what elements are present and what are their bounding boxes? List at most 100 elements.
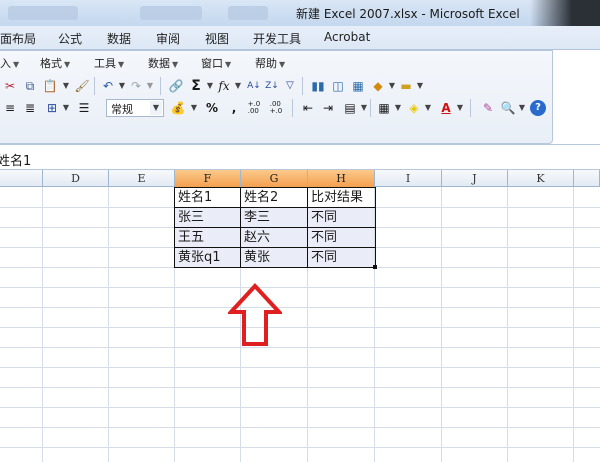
chevron-down-icon: ▼ (13, 60, 20, 69)
table-cell[interactable]: 王五 (175, 228, 240, 248)
format-painter-icon[interactable]: 🖌 (74, 78, 90, 94)
percent-button[interactable]: % (204, 100, 220, 116)
column-header-h[interactable]: H (308, 170, 375, 187)
gridline (507, 187, 508, 462)
toolbar-separator (470, 99, 471, 117)
column-header-d[interactable]: D (43, 170, 109, 187)
menu-data[interactable]: 数据 ▼ (148, 55, 178, 71)
chevron-down-icon[interactable]: ▼ (58, 100, 74, 116)
tab-view[interactable]: 视图 (205, 30, 229, 47)
menu-tools[interactable]: 工具 ▼ (94, 55, 124, 71)
align-right-icon[interactable]: ≣ (22, 100, 38, 116)
chevron-down-icon[interactable]: ▼ (58, 78, 74, 94)
number-format-select[interactable]: 常规 ▼ (106, 99, 164, 117)
column-header-i[interactable]: I (375, 170, 442, 187)
cut-icon[interactable]: ✂ (2, 78, 18, 94)
table-cell[interactable]: 不同 (308, 208, 374, 228)
table-cell[interactable]: 不同 (308, 248, 374, 268)
currency-icon[interactable]: 💰 (170, 100, 186, 116)
table-inner-border (174, 207, 376, 208)
table-header-cell[interactable]: 姓名2 (241, 188, 307, 208)
menu-format[interactable]: 格式 ▼ (40, 55, 70, 71)
chevron-down-icon[interactable]: ▼ (230, 78, 246, 94)
table-cell[interactable]: 黄张q1 (175, 248, 240, 268)
filter-icon[interactable]: ▽ (282, 78, 298, 94)
decrease-indent-icon[interactable]: ⇤ (300, 100, 316, 116)
chevron-down-icon[interactable]: ▼ (420, 100, 436, 116)
chevron-down-icon[interactable]: ▼ (390, 100, 406, 116)
blurred-taskbar-tab (140, 6, 202, 20)
table-icon[interactable]: ▦ (350, 78, 366, 94)
gridline (374, 187, 375, 462)
sort-ascending-icon[interactable]: A↓ (246, 78, 262, 94)
tab-acrobat[interactable]: Acrobat (324, 30, 370, 44)
chevron-down-icon: ▼ (150, 101, 162, 115)
column-header-f[interactable]: F (175, 170, 241, 187)
sort-descending-icon[interactable]: Z↓ (264, 78, 280, 94)
drawing-icon[interactable]: ◫ (330, 78, 346, 94)
toolbar-separator (94, 77, 95, 95)
wrap-text-icon[interactable]: ☰ (76, 100, 92, 116)
hyperlink-icon[interactable]: 🔗 (168, 78, 184, 94)
chevron-down-icon: ▼ (225, 60, 232, 69)
table-header-cell[interactable]: 姓名1 (175, 188, 240, 208)
fill-handle[interactable] (373, 265, 377, 269)
column-header-k[interactable]: K (508, 170, 574, 187)
chart-icon[interactable]: ▮▮ (310, 78, 326, 94)
paste-icon[interactable]: 📋 (42, 78, 58, 94)
styles-icon[interactable]: ✎ (480, 100, 496, 116)
column-header-blank[interactable] (0, 170, 43, 187)
chevron-down-icon[interactable]: ▼ (186, 100, 202, 116)
chevron-down-icon: ▼ (64, 60, 71, 69)
align-center-icon[interactable]: ≡ (2, 100, 18, 116)
gridline (0, 447, 600, 448)
menu-format-label: 格式 (40, 57, 62, 70)
table-inner-border (174, 227, 376, 228)
chevron-down-icon[interactable]: ▼ (412, 78, 428, 94)
column-header-partial[interactable] (574, 170, 600, 187)
menu-help-label: 帮助 (255, 57, 277, 70)
column-header-j[interactable]: J (442, 170, 508, 187)
increase-indent-icon[interactable]: ⇥ (320, 100, 336, 116)
name-box[interactable]: 姓名1 (0, 150, 31, 169)
table-cell[interactable]: 赵六 (241, 228, 307, 248)
help-icon[interactable]: ? (530, 100, 546, 116)
menu-row: 入 ▼ 格式 ▼ 工具 ▼ 数据 ▼ 窗口 ▼ 帮助 ▼ (0, 52, 553, 74)
decrease-decimal-button[interactable]: .00 +.0 (268, 100, 284, 116)
tab-review[interactable]: 审阅 (156, 30, 180, 47)
menu-window[interactable]: 窗口 ▼ (201, 55, 231, 71)
table-cell[interactable]: 张三 (175, 208, 240, 228)
chevron-down-icon[interactable]: ▼ (142, 78, 158, 94)
table-cell[interactable]: 李三 (241, 208, 307, 228)
chevron-down-icon[interactable]: ▼ (514, 100, 530, 116)
menu-help[interactable]: 帮助 ▼ (255, 55, 285, 71)
menu-data-label: 数据 (148, 57, 170, 70)
tab-data[interactable]: 数据 (107, 30, 131, 47)
standard-toolbar: ✂ ⧉ 📋 ▼ 🖌 ↶ ▼ ↷ ▼ 🔗 Σ ▼ fx ▼ A↓ Z↓ ▽ ▮▮ … (0, 75, 553, 97)
menu-insert[interactable]: 入 ▼ (0, 55, 19, 71)
column-header-row: D E F G H I J K (0, 170, 600, 187)
table-cell[interactable]: 不同 (308, 228, 374, 248)
gridline (0, 367, 600, 368)
toolbar-separator (302, 77, 303, 95)
ribbon-tab-strip: 面布局 公式 数据 审阅 视图 开发工具 Acrobat (0, 26, 600, 50)
gridline (0, 307, 600, 308)
gridline (0, 327, 600, 328)
up-arrow-icon (228, 283, 282, 346)
table-cell[interactable]: 黄张 (241, 248, 307, 268)
tab-formulas[interactable]: 公式 (58, 30, 82, 47)
column-header-e[interactable]: E (109, 170, 175, 187)
increase-decimal-button[interactable]: +.0 .00 (246, 100, 262, 116)
tab-page-layout[interactable]: 面布局 (0, 30, 36, 47)
comma-button[interactable]: , (226, 100, 242, 116)
gridline (0, 427, 600, 428)
table-header-cell[interactable]: 比对结果 (308, 188, 374, 208)
tab-developer[interactable]: 开发工具 (253, 30, 301, 47)
column-header-g[interactable]: G (241, 170, 308, 187)
blurred-taskbar-tab (228, 6, 268, 20)
copy-icon[interactable]: ⧉ (22, 78, 38, 94)
toolbar-separator (292, 99, 293, 117)
window-edge (530, 0, 600, 26)
chevron-down-icon[interactable]: ▼ (452, 100, 468, 116)
worksheet-grid[interactable]: D E F G H I J K 姓名1 姓名2 比对结果 张三 李三 不同 王五… (0, 170, 600, 462)
